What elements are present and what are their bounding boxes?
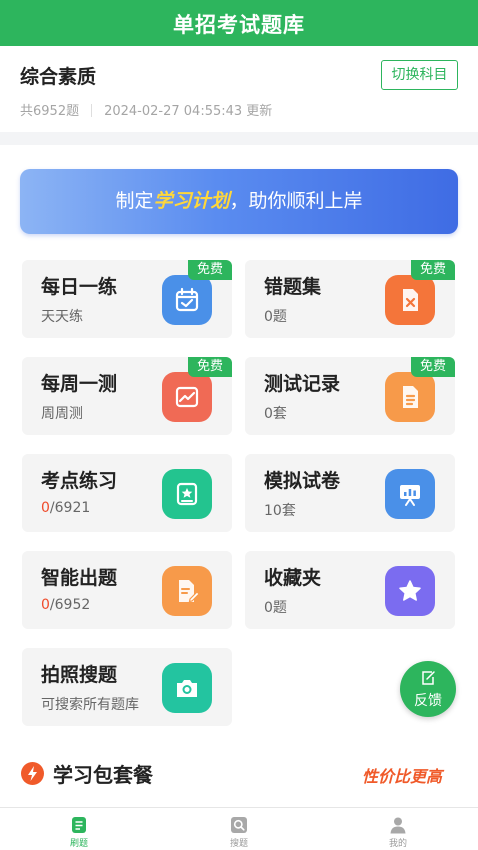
photo-search-card[interactable]: 拍照搜题 可搜索所有题库: [22, 648, 232, 726]
card-title: 每周一测: [41, 373, 118, 395]
chart-image-icon: [162, 372, 212, 422]
tab-search[interactable]: 搜题: [199, 808, 279, 850]
card-title: 收藏夹: [264, 567, 322, 589]
star-icon: [385, 566, 435, 616]
card-subtitle: 10套: [264, 503, 296, 519]
free-badge: 免费: [411, 260, 455, 280]
study-plan-banner[interactable]: 制定学习计划，助你顺利上岸: [20, 169, 458, 234]
free-badge: 免费: [188, 357, 232, 377]
update-time: 2024-02-27 04:55:43 更新: [104, 104, 273, 119]
card-title: 测试记录: [264, 373, 341, 395]
feedback-label: 反馈: [414, 693, 442, 709]
banner-prefix: 制定: [115, 190, 154, 212]
switch-subject-button[interactable]: 切换科目: [381, 60, 458, 90]
daily-practice-card[interactable]: 每日一练 天天练 免费: [22, 260, 232, 338]
card-title: 拍照搜题: [41, 664, 118, 686]
question-count: 共6952题: [20, 104, 80, 119]
free-badge: 免费: [188, 260, 232, 280]
mock-exam-card[interactable]: 模拟试卷 10套: [245, 454, 455, 532]
tab-label: 刷题: [69, 839, 88, 849]
page-title: 单招考试题库: [173, 13, 305, 37]
card-subtitle: 0套: [264, 406, 287, 422]
subject-meta: 共6952题 2024-02-27 04:55:43 更新: [20, 100, 272, 119]
test-records-card[interactable]: 测试记录 0套 免费: [245, 357, 455, 435]
bottom-tab-bar: 刷题 搜题 我的: [0, 807, 478, 850]
card-subtitle: 天天练: [41, 309, 83, 325]
key-point-practice-card[interactable]: 考点练习 0/6921: [22, 454, 232, 532]
app-header: 单招考试题库: [0, 0, 478, 46]
star-book-icon: [162, 469, 212, 519]
presentation-icon: [385, 469, 435, 519]
free-badge: 免费: [411, 357, 455, 377]
card-title: 考点练习: [41, 470, 118, 492]
divider: [91, 104, 93, 117]
feedback-button[interactable]: 反馈: [400, 661, 456, 717]
wrong-file-icon: [385, 275, 435, 325]
package-tag[interactable]: 性价比更高: [362, 763, 442, 787]
done-count: 0: [41, 500, 50, 516]
smart-quiz-card[interactable]: 智能出题 0/6952: [22, 551, 232, 629]
camera-icon: [162, 663, 212, 713]
calendar-icon: [162, 275, 212, 325]
banner-highlight: 学习计划: [153, 190, 230, 212]
lightning-icon: [21, 762, 44, 785]
document-icon: [385, 372, 435, 422]
tab-profile[interactable]: 我的: [358, 808, 438, 850]
done-count: 0: [41, 597, 50, 613]
subject-name: 综合素质: [20, 66, 97, 88]
package-section-header: 学习包套餐 性价比更高: [0, 755, 478, 791]
wrong-questions-card[interactable]: 错题集 0题 免费: [245, 260, 455, 338]
banner-suffix: ，助你顺利上岸: [229, 190, 363, 212]
subject-panel: 综合素质 切换科目 共6952题 2024-02-27 04:55:43 更新: [0, 46, 478, 132]
card-subtitle: 0/6952: [41, 597, 90, 613]
card-subtitle: 0题: [264, 600, 287, 616]
card-subtitle: 0题: [264, 309, 287, 325]
card-title: 智能出题: [41, 567, 118, 589]
total-count: /6952: [49, 597, 91, 613]
profile-icon: [390, 817, 406, 834]
edit-doc-icon: [162, 566, 212, 616]
practice-icon: [72, 817, 86, 833]
weekly-test-card[interactable]: 每周一测 周周测 免费: [22, 357, 232, 435]
card-title: 每日一练: [41, 276, 118, 298]
favorites-card[interactable]: 收藏夹 0题: [245, 551, 455, 629]
card-title: 模拟试卷: [264, 470, 341, 492]
search-icon: [231, 817, 247, 833]
tab-label: 搜题: [229, 839, 248, 849]
card-subtitle: 可搜索所有题库: [41, 697, 139, 713]
section-divider: [0, 132, 478, 145]
card-title: 错题集: [264, 276, 322, 298]
card-subtitle: 周周测: [41, 406, 83, 422]
feedback-icon: [422, 671, 435, 685]
package-title: 学习包套餐: [53, 763, 153, 787]
tab-label: 我的: [388, 839, 407, 849]
total-count: /6921: [49, 500, 91, 516]
tab-practice[interactable]: 刷题: [39, 808, 119, 850]
card-subtitle: 0/6921: [41, 500, 90, 516]
